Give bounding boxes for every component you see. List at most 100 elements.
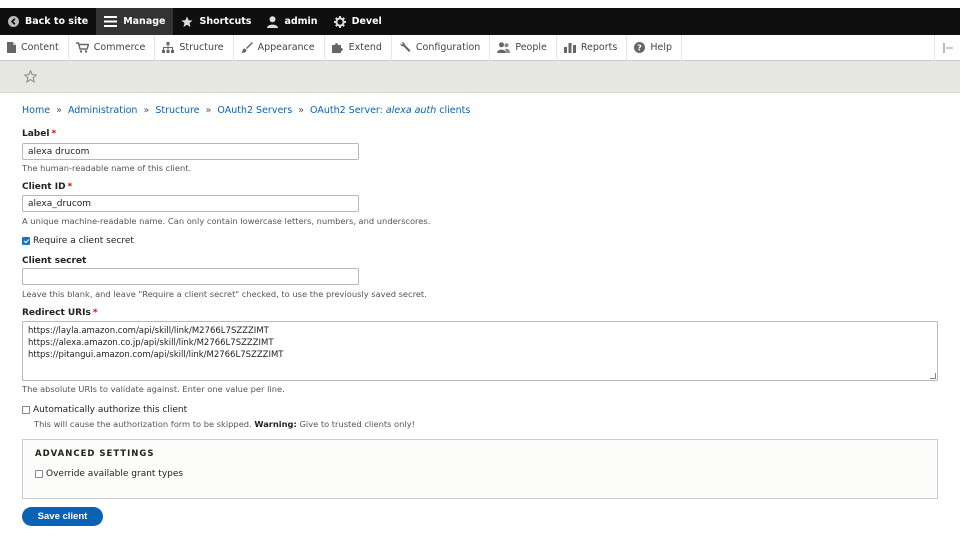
help-icon: ? bbox=[634, 42, 646, 53]
toggle-orientation-icon bbox=[942, 43, 953, 53]
menu-item-label: Appearance bbox=[257, 42, 315, 53]
breadcrumb-separator: » bbox=[205, 105, 212, 116]
menu-item-commerce[interactable]: Commerce bbox=[69, 34, 156, 61]
menu-item-label: Content bbox=[21, 42, 59, 53]
auto-authorize-description: This will cause the authorization form t… bbox=[34, 419, 415, 429]
menu-item-people[interactable]: People bbox=[490, 34, 557, 61]
hamburger-icon bbox=[104, 16, 118, 27]
redirect-uris-field-title: Redirect URIs * bbox=[22, 308, 98, 318]
required-marker: * bbox=[51, 129, 57, 139]
redirect-uri-line: https://pitangui.amazon.com/api/skill/li… bbox=[28, 350, 284, 360]
menu-item-label: Extend bbox=[348, 42, 382, 53]
admin-menu-tray: Content Commerce Structure Appearance Ex… bbox=[0, 34, 960, 61]
client-id-description: A unique machine-readable name. Can only… bbox=[22, 216, 431, 226]
menu-item-reports[interactable]: Reports bbox=[557, 34, 628, 61]
sitemap-icon bbox=[162, 42, 175, 53]
required-marker: * bbox=[92, 308, 98, 318]
save-client-button[interactable]: Save client bbox=[22, 507, 103, 526]
devel-tab[interactable]: Devel bbox=[326, 8, 390, 35]
breadcrumb-server-clients[interactable]: OAuth2 Server: alexa auth clients bbox=[310, 105, 470, 116]
advanced-settings-legend: ADVANCED SETTINGS bbox=[35, 449, 155, 459]
menu-item-label: People bbox=[515, 42, 547, 53]
require-secret-label: Require a client secret bbox=[33, 236, 134, 246]
shortcuts-tab[interactable]: Shortcuts bbox=[173, 8, 259, 35]
breadcrumb-separator: » bbox=[298, 105, 304, 116]
auto-authorize-description-suffix: Give to trusted clients only! bbox=[299, 419, 415, 429]
svg-text:?: ? bbox=[638, 44, 643, 53]
menu-item-appearance[interactable]: Appearance bbox=[234, 34, 325, 61]
breadcrumb-administration[interactable]: Administration bbox=[68, 105, 138, 116]
user-label: admin bbox=[284, 16, 318, 27]
label-input[interactable] bbox=[22, 143, 359, 160]
shortcuts-label: Shortcuts bbox=[199, 16, 252, 27]
auto-authorize-label: Automatically authorize this client bbox=[33, 405, 188, 415]
auto-authorize-description-prefix: This will cause the authorization form t… bbox=[34, 419, 252, 429]
breadcrumb-oauth2-servers[interactable]: OAuth2 Servers bbox=[217, 105, 292, 116]
page-header-strip bbox=[0, 61, 960, 93]
menu-item-help[interactable]: ? Help bbox=[627, 34, 682, 61]
client-id-input[interactable] bbox=[22, 195, 359, 212]
resize-handle[interactable] bbox=[930, 373, 936, 379]
user-tab[interactable]: admin bbox=[259, 8, 325, 35]
client-id-field-title: Client ID * bbox=[22, 182, 72, 192]
menu-item-label: Commerce bbox=[93, 42, 146, 53]
redirect-uris-title-text: Redirect URIs bbox=[22, 308, 91, 318]
breadcrumb-server-prefix: OAuth2 Server: bbox=[310, 105, 383, 116]
override-grant-types-checkbox[interactable] bbox=[35, 470, 43, 478]
wrench-icon bbox=[400, 42, 411, 52]
label-title-text: Label bbox=[22, 129, 50, 139]
manage-tab[interactable]: Manage bbox=[96, 8, 174, 35]
orientation-toggle[interactable] bbox=[934, 35, 960, 61]
breadcrumb-server-suffix: clients bbox=[439, 105, 471, 116]
page-icon bbox=[7, 42, 16, 53]
top-spacer bbox=[0, 0, 960, 8]
menu-item-content[interactable]: Content bbox=[0, 34, 69, 61]
breadcrumb-separator: » bbox=[143, 105, 150, 116]
gear-icon bbox=[333, 15, 346, 28]
people-icon bbox=[497, 42, 511, 53]
menu-item-label: Configuration bbox=[415, 42, 481, 53]
devel-label: Devel bbox=[351, 16, 382, 27]
required-marker: * bbox=[67, 182, 73, 192]
auto-authorize-warning-label: Warning: bbox=[254, 419, 297, 429]
manage-label: Manage bbox=[123, 16, 166, 27]
redirect-uri-line: https://layla.amazon.com/api/skill/link/… bbox=[28, 326, 269, 336]
back-to-site-label: Back to site bbox=[25, 16, 89, 27]
require-secret-checkbox[interactable] bbox=[22, 237, 30, 245]
menu-item-label: Reports bbox=[580, 42, 618, 53]
label-description: The human-readable name of this client. bbox=[22, 163, 192, 173]
require-secret-checkbox-row[interactable]: Require a client secret bbox=[22, 236, 134, 246]
user-icon bbox=[267, 15, 279, 28]
advanced-settings-fieldset: ADVANCED SETTINGS Override available gra… bbox=[22, 439, 938, 499]
menu-item-extend[interactable]: Extend bbox=[325, 34, 392, 61]
redirect-uris-description: The absolute URIs to validate against. E… bbox=[22, 384, 285, 394]
redirect-uri-line: https://alexa.amazon.co.jp/api/skill/lin… bbox=[28, 338, 274, 348]
label-field-title: Label * bbox=[22, 129, 56, 139]
client-secret-field-title: Client secret bbox=[22, 256, 87, 266]
menu-item-label: Help bbox=[650, 42, 672, 53]
auto-authorize-checkbox[interactable] bbox=[22, 406, 30, 414]
back-to-site-link[interactable]: Back to site bbox=[0, 8, 96, 35]
breadcrumb-home[interactable]: Home bbox=[22, 105, 50, 116]
star-icon bbox=[181, 16, 193, 27]
admin-toolbar: Back to site Manage Shortcuts admin Deve… bbox=[0, 8, 960, 35]
client-secret-description: Leave this blank, and leave "Require a c… bbox=[22, 289, 427, 299]
override-grant-types-row[interactable]: Override available grant types bbox=[35, 469, 183, 479]
add-shortcut-star-icon[interactable] bbox=[24, 70, 37, 83]
back-arrow-icon bbox=[8, 16, 19, 27]
breadcrumb-structure[interactable]: Structure bbox=[155, 105, 199, 116]
menu-item-structure[interactable]: Structure bbox=[155, 34, 234, 61]
breadcrumb-server-name: alexa auth bbox=[385, 105, 437, 116]
breadcrumb: Home » Administration » Structure » OAut… bbox=[22, 105, 470, 116]
bar-chart-icon bbox=[563, 43, 576, 53]
menu-item-label: Structure bbox=[179, 42, 224, 53]
override-grant-types-label: Override available grant types bbox=[46, 469, 184, 479]
client-id-title-text: Client ID bbox=[22, 182, 66, 192]
breadcrumb-separator: » bbox=[56, 105, 62, 116]
brush-icon bbox=[240, 42, 253, 53]
client-secret-input[interactable] bbox=[22, 268, 359, 285]
cart-icon bbox=[75, 42, 89, 53]
auto-authorize-checkbox-row[interactable]: Automatically authorize this client bbox=[22, 405, 187, 415]
redirect-uris-textarea[interactable]: https://layla.amazon.com/api/skill/link/… bbox=[22, 321, 938, 381]
menu-item-configuration[interactable]: Configuration bbox=[392, 34, 491, 61]
